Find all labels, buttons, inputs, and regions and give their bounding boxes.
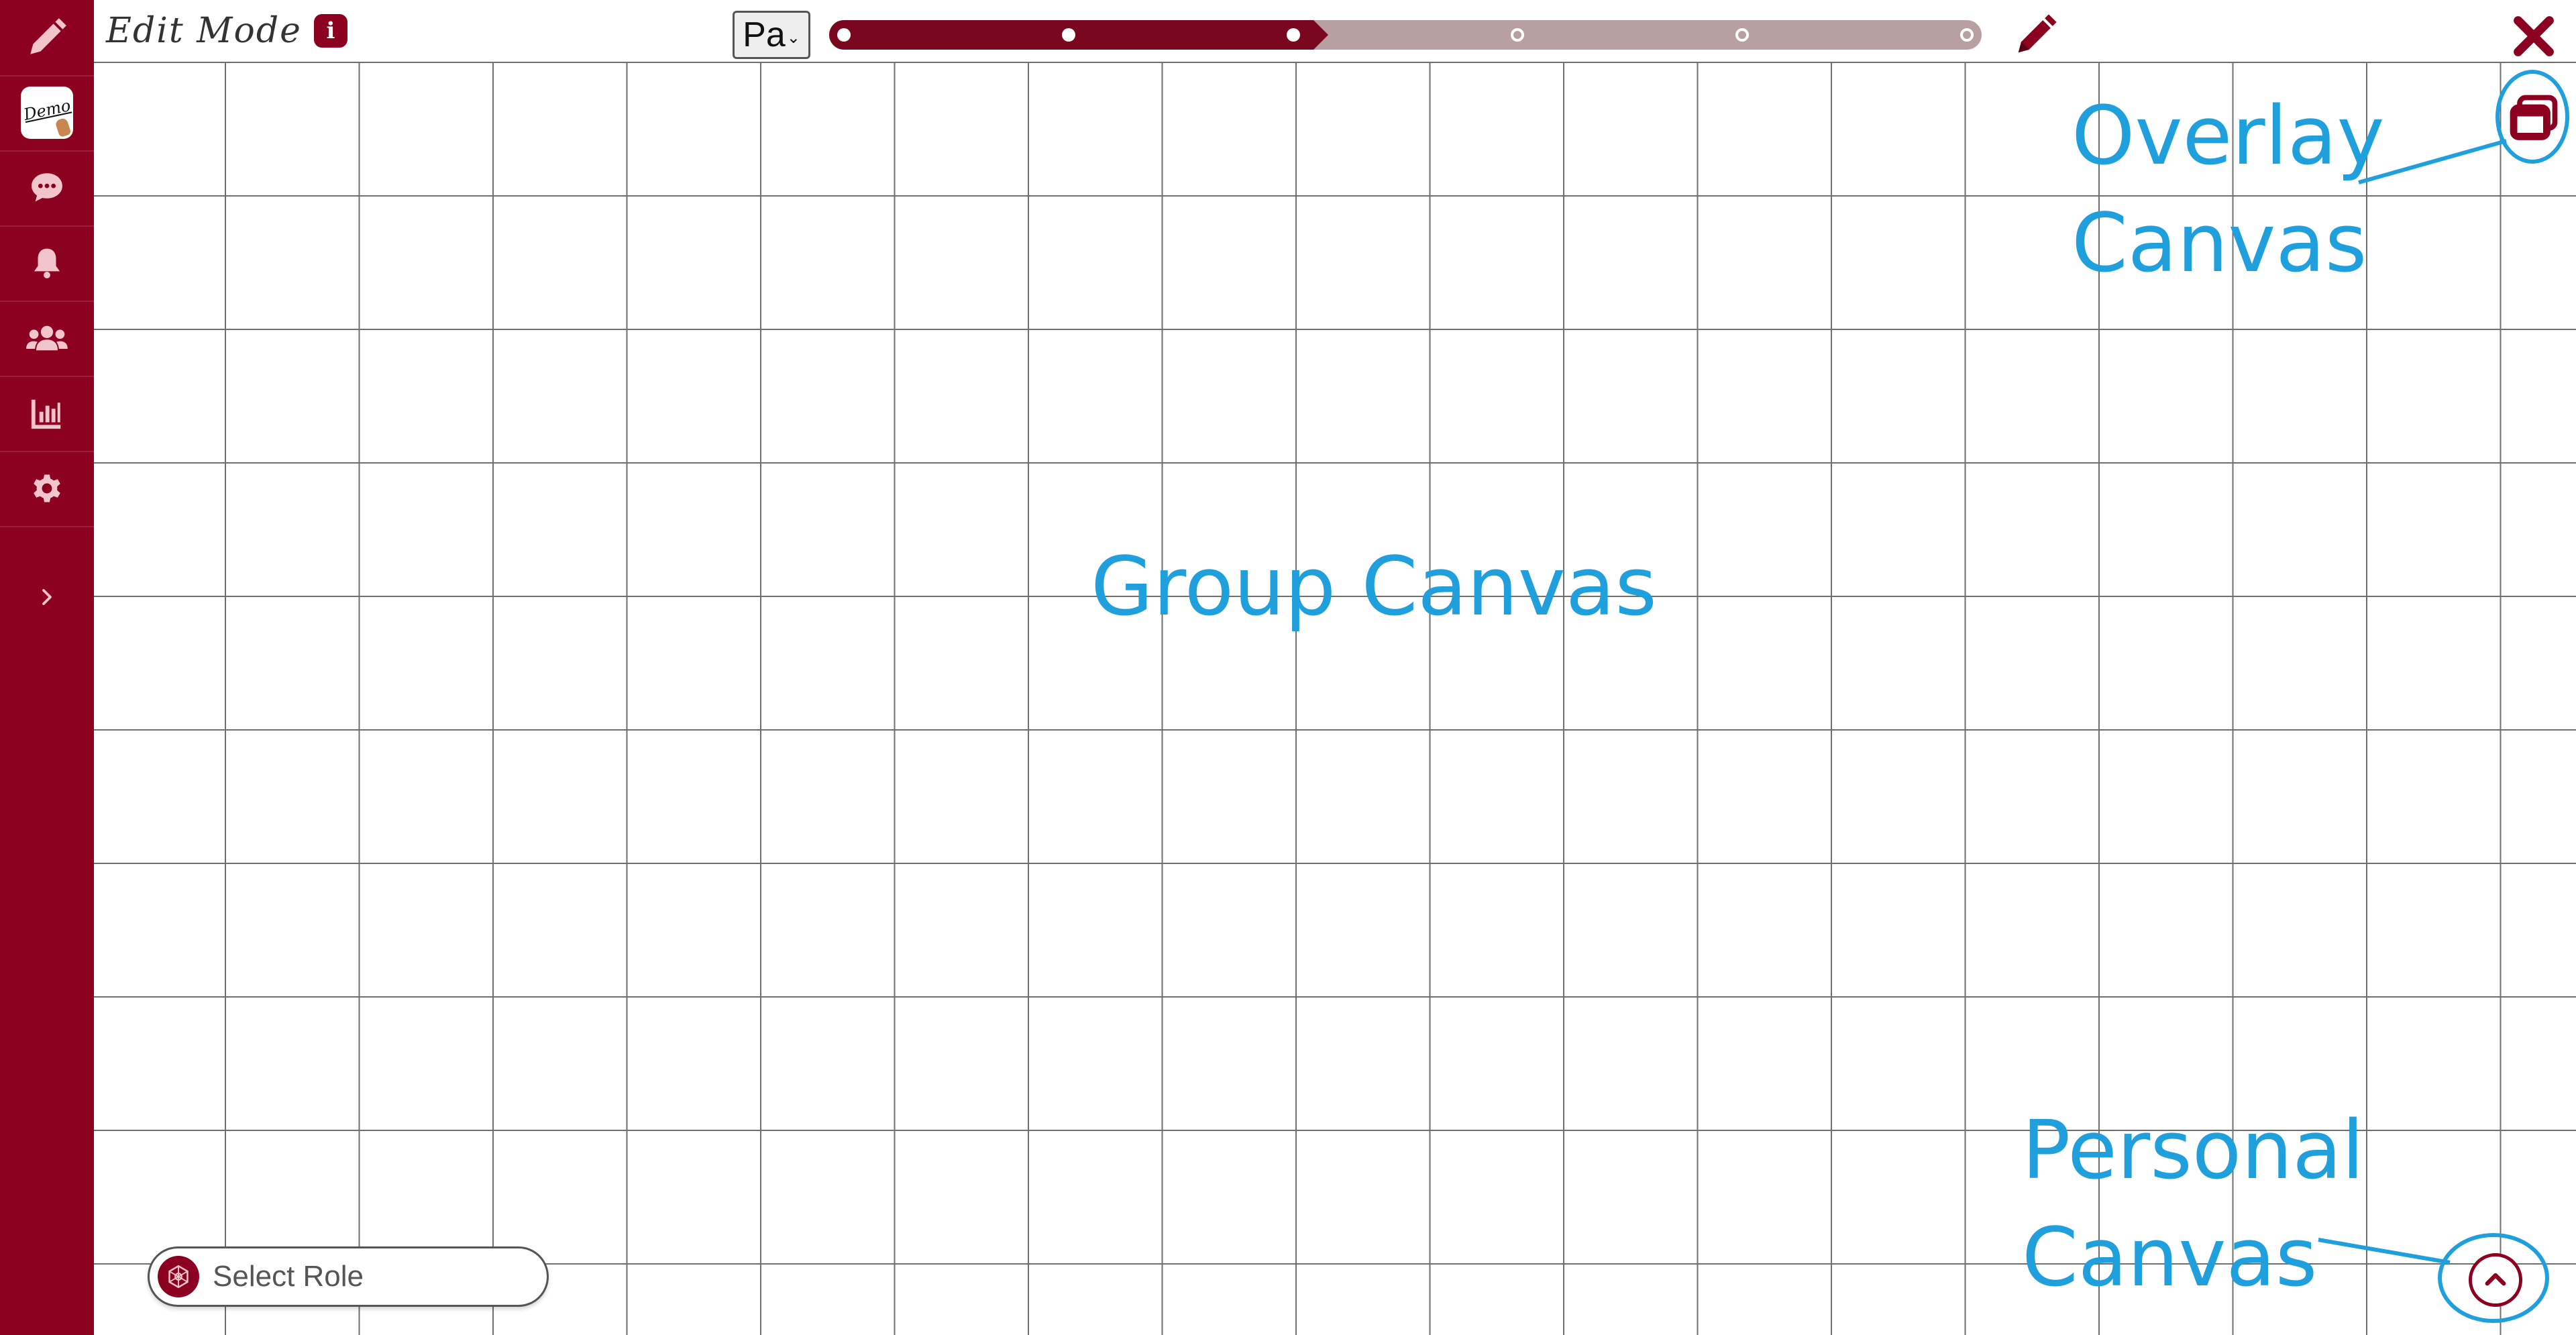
chevron-up-icon bbox=[2485, 1273, 2506, 1286]
sidebar-item-app[interactable]: Demo bbox=[0, 75, 94, 152]
bell-icon bbox=[34, 248, 60, 278]
role-icon bbox=[158, 1256, 199, 1297]
page-select[interactable]: Pa ⌄ bbox=[733, 11, 810, 59]
page-select-value: Pa bbox=[743, 15, 786, 54]
progress-step-3[interactable] bbox=[1286, 28, 1300, 42]
select-role-dropdown[interactable]: Select Role bbox=[148, 1246, 549, 1307]
progress-step-1[interactable] bbox=[837, 28, 851, 42]
overlay-canvas-label-line2: Canvas bbox=[2072, 197, 2367, 290]
sidebar-item-settings[interactable] bbox=[0, 451, 94, 527]
chart-icon bbox=[31, 399, 61, 429]
edit-mode-label: Edit Mode bbox=[106, 11, 302, 51]
sidebar-item-edit[interactable] bbox=[0, 0, 94, 76]
personal-canvas-label-line2: Canvas bbox=[2022, 1212, 2318, 1305]
edit-mode-header: Edit Mode i bbox=[106, 4, 347, 58]
personal-canvas-label-line1: Personal bbox=[2022, 1104, 2365, 1197]
close-icon[interactable] bbox=[2504, 9, 2564, 63]
progress-step-2[interactable] bbox=[1061, 28, 1075, 42]
select-role-placeholder: Select Role bbox=[213, 1260, 364, 1293]
sidebar-expand-button[interactable] bbox=[0, 564, 94, 631]
personal-canvas-button[interactable] bbox=[2469, 1253, 2522, 1307]
gear-icon bbox=[34, 474, 60, 502]
window-stack-icon bbox=[2510, 95, 2558, 140]
overlay-canvas-button[interactable] bbox=[2501, 75, 2567, 162]
progress-bar bbox=[829, 20, 1982, 50]
edit-pencil-icon[interactable] bbox=[2006, 8, 2066, 62]
pencil-icon bbox=[30, 18, 66, 54]
sidebar-item-analytics[interactable] bbox=[0, 376, 94, 452]
app-logo: Demo bbox=[21, 87, 73, 139]
info-icon[interactable]: i bbox=[313, 14, 347, 48]
hand-graphic bbox=[54, 117, 72, 138]
group-canvas-label: Group Canvas bbox=[1091, 541, 1657, 634]
sidebar-item-chat[interactable] bbox=[0, 150, 94, 227]
chat-icon bbox=[32, 173, 62, 202]
overlay-canvas-label-line1: Overlay bbox=[2072, 90, 2385, 183]
chevron-right-icon bbox=[42, 589, 52, 605]
progress-step-6[interactable] bbox=[1960, 28, 1974, 42]
sidebar: Demo bbox=[0, 0, 94, 1335]
sidebar-item-notifications[interactable] bbox=[0, 225, 94, 302]
chevron-down-icon: ⌄ bbox=[786, 28, 800, 47]
sidebar-item-users[interactable] bbox=[0, 301, 94, 377]
users-icon bbox=[26, 325, 68, 351]
